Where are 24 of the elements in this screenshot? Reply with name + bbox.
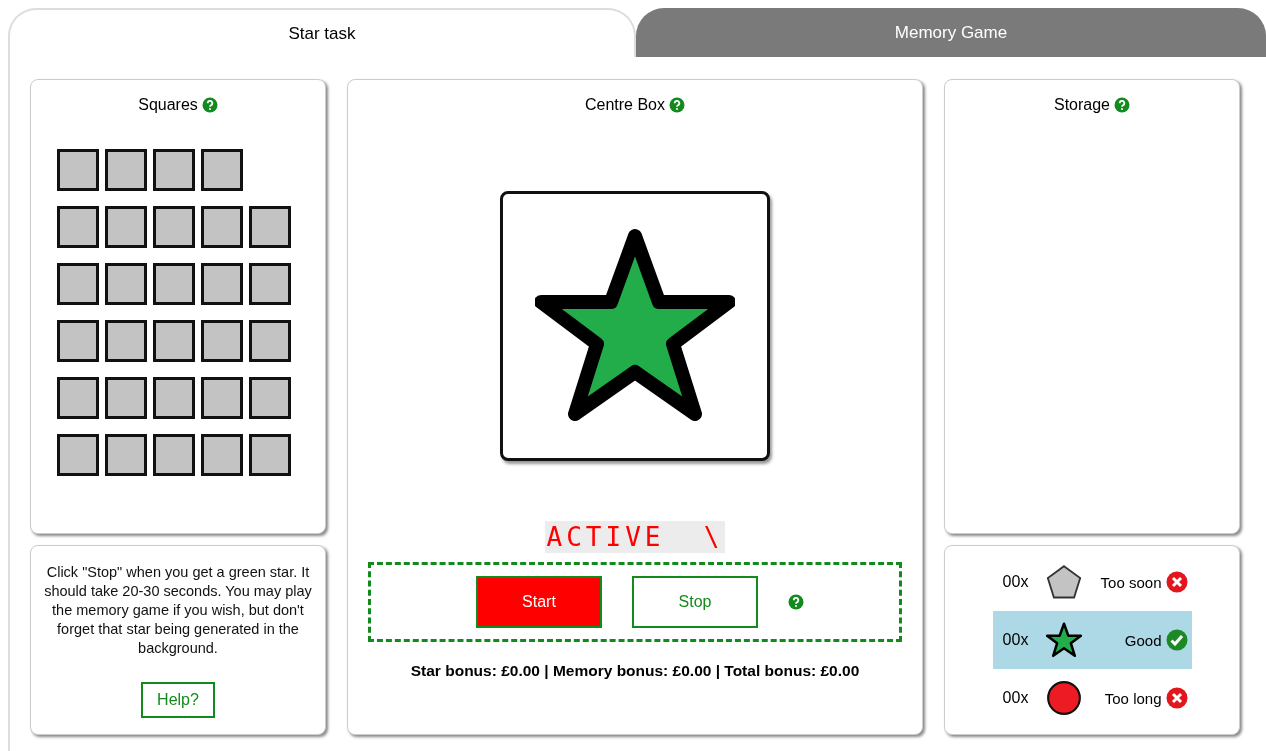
segment-display: ACTIVE \: [544, 521, 726, 553]
panel-title: Storage: [1053, 96, 1110, 114]
result-label: Good: [1123, 631, 1163, 649]
panel-title: Centre Box: [584, 96, 665, 114]
tab[interactable]: Star task: [8, 8, 636, 57]
help-icon[interactable]: [788, 594, 804, 610]
count-text: 00x: [1001, 631, 1030, 649]
count-text: 00x: [1001, 573, 1030, 591]
result-label: Too long: [1103, 689, 1163, 707]
count-text: 00x: [1001, 689, 1030, 707]
start-button[interactable]: Start: [476, 576, 602, 628]
tab[interactable]: Memory Game: [636, 8, 1266, 57]
circle-icon: [1045, 680, 1082, 716]
bonus-text: Star bonus: £0.00 | Memory bonus: £0.00 | Total bonus: £0.00: [410, 662, 860, 680]
panel-title: Squares: [138, 96, 198, 114]
result-label: Too soon: [1099, 573, 1163, 591]
help-icon[interactable]: [1114, 97, 1130, 113]
star-icon: [1045, 622, 1082, 658]
help-button[interactable]: Help?: [141, 682, 215, 718]
stop-button[interactable]: Stop: [632, 576, 758, 628]
help-icon[interactable]: [201, 97, 218, 113]
pentagon-icon: [1045, 564, 1082, 600]
help-icon[interactable]: [669, 97, 685, 113]
instructions-text: Click "Stop" when you get a green star. It should take 20-30 seconds. You may play the memory game if you wish, but don't forget that star being generated in the background.: [43, 563, 313, 658]
